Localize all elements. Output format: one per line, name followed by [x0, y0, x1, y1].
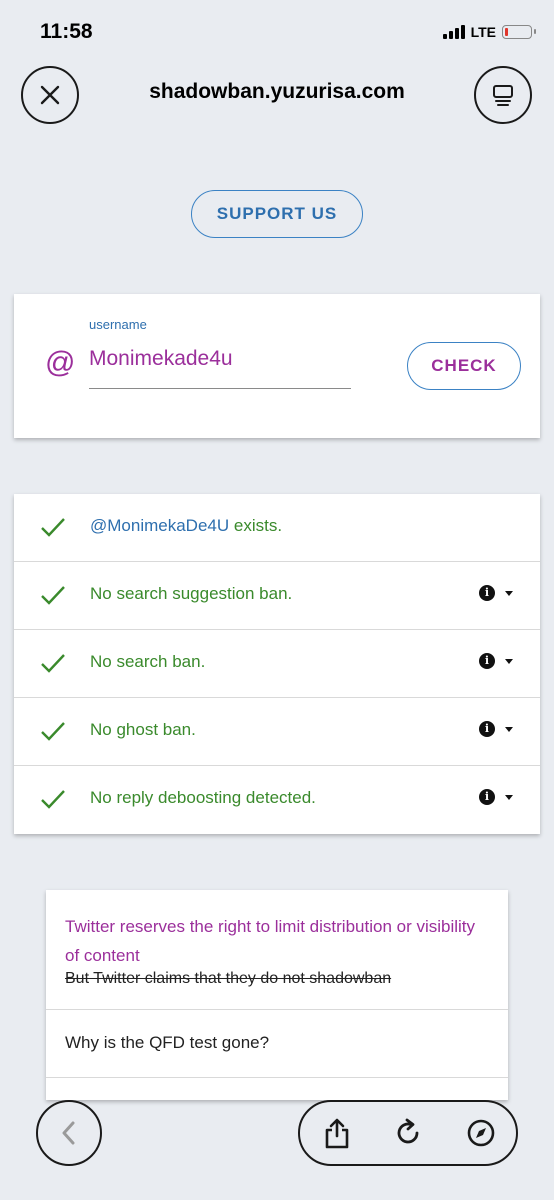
check-button[interactable]: CHECK: [407, 342, 521, 390]
result-text: No reply deboosting detected.: [90, 788, 316, 807]
result-row-search-ban: No search ban. i: [14, 630, 540, 698]
back-button[interactable]: [36, 1100, 102, 1166]
result-row-reply-deboosting: No reply deboosting detected. i: [14, 766, 540, 834]
faq-card: Twitter reserves the right to limit dist…: [46, 890, 508, 1100]
info-icon[interactable]: i: [479, 585, 495, 601]
caret-down-icon[interactable]: [505, 795, 513, 800]
reload-icon: [397, 1118, 419, 1144]
check-icon: [41, 586, 65, 605]
info-icon[interactable]: i: [479, 789, 495, 805]
result-text: @MonimekaDe4U exists.: [90, 516, 282, 536]
browser-toolbar: [298, 1100, 518, 1166]
safari-button[interactable]: [464, 1116, 498, 1150]
username-search-card: @ username Monimekade4u CHECK: [14, 294, 540, 438]
chevron-left-icon: [62, 1121, 75, 1145]
result-row-search-suggestion: No search suggestion ban. i: [14, 562, 540, 630]
check-icon: [41, 518, 65, 537]
faq-item-qfd[interactable]: Why is the QFD test gone?: [46, 1010, 508, 1078]
network-label: LTE: [470, 24, 496, 40]
battery-icon: [502, 25, 536, 39]
result-text: No search suggestion ban.: [90, 584, 293, 603]
check-icon: [41, 790, 65, 809]
at-icon: @: [45, 346, 76, 379]
status-indicators: LTE: [442, 24, 536, 40]
caret-down-icon[interactable]: [505, 727, 513, 732]
share-icon: [325, 1118, 349, 1149]
faq-item-title: Twitter reserves the right to limit dist…: [65, 917, 476, 965]
faq-item-distribution[interactable]: Twitter reserves the right to limit dist…: [46, 890, 508, 1010]
tabs-icon: [493, 85, 513, 106]
input-underline: [89, 388, 351, 389]
info-icon[interactable]: i: [479, 721, 495, 737]
site-title: shadowban.yuzurisa.com: [149, 80, 405, 103]
support-us-button[interactable]: SUPPORT US: [191, 190, 363, 238]
faq-item-title: Why is the QFD test gone?: [65, 1033, 270, 1052]
results-card: @MonimekaDe4U exists. No search suggesti…: [14, 494, 540, 834]
faq-item-strikethrough: But Twitter claims that they do not shad…: [65, 970, 392, 987]
username-label: username: [89, 317, 147, 332]
tabs-button[interactable]: [474, 66, 532, 124]
username-input[interactable]: Monimekade4u: [89, 347, 233, 371]
check-icon: [41, 722, 65, 741]
signal-icon: [442, 25, 465, 39]
compass-icon: [467, 1119, 495, 1147]
result-suffix: exists.: [229, 516, 283, 535]
result-row-exists: @MonimekaDe4U exists.: [14, 494, 540, 562]
info-icon[interactable]: i: [479, 653, 495, 669]
result-row-ghost-ban: No ghost ban. i: [14, 698, 540, 766]
caret-down-icon[interactable]: [505, 659, 513, 664]
result-text: No ghost ban.: [90, 720, 196, 739]
result-text: No search ban.: [90, 652, 206, 671]
status-time: 11:58: [40, 20, 93, 43]
share-button[interactable]: [320, 1116, 354, 1150]
result-handle: @MonimekaDe4U: [90, 516, 230, 535]
check-icon: [41, 654, 65, 673]
caret-down-icon[interactable]: [505, 591, 513, 596]
reload-button[interactable]: [391, 1116, 425, 1150]
